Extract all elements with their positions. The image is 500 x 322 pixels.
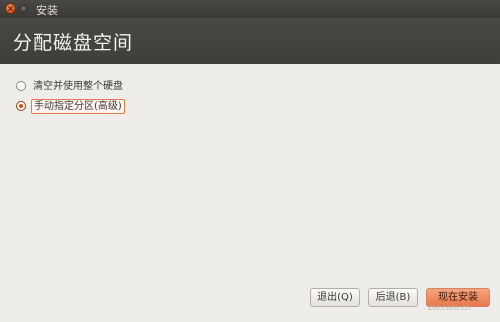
window-title: 安装 [36, 4, 58, 17]
minimize-icon[interactable] [20, 5, 27, 12]
back-button[interactable]: 后退(B) [368, 288, 418, 307]
quit-button[interactable]: 退出(Q) [310, 288, 360, 307]
radio-button-selected[interactable] [16, 101, 26, 111]
watermark: zol.com.cn [428, 303, 471, 312]
page-title: 分配磁盘空间 [13, 32, 134, 54]
option-label: 清空并使用整个硬盘 [33, 81, 123, 92]
close-icon[interactable]: × [5, 3, 16, 14]
option-label: 手动指定分区(高级) [31, 99, 125, 114]
page-header: 分配磁盘空间 [0, 18, 500, 64]
radio-button[interactable] [16, 81, 26, 91]
window-titlebar: × 安装 [0, 0, 500, 18]
